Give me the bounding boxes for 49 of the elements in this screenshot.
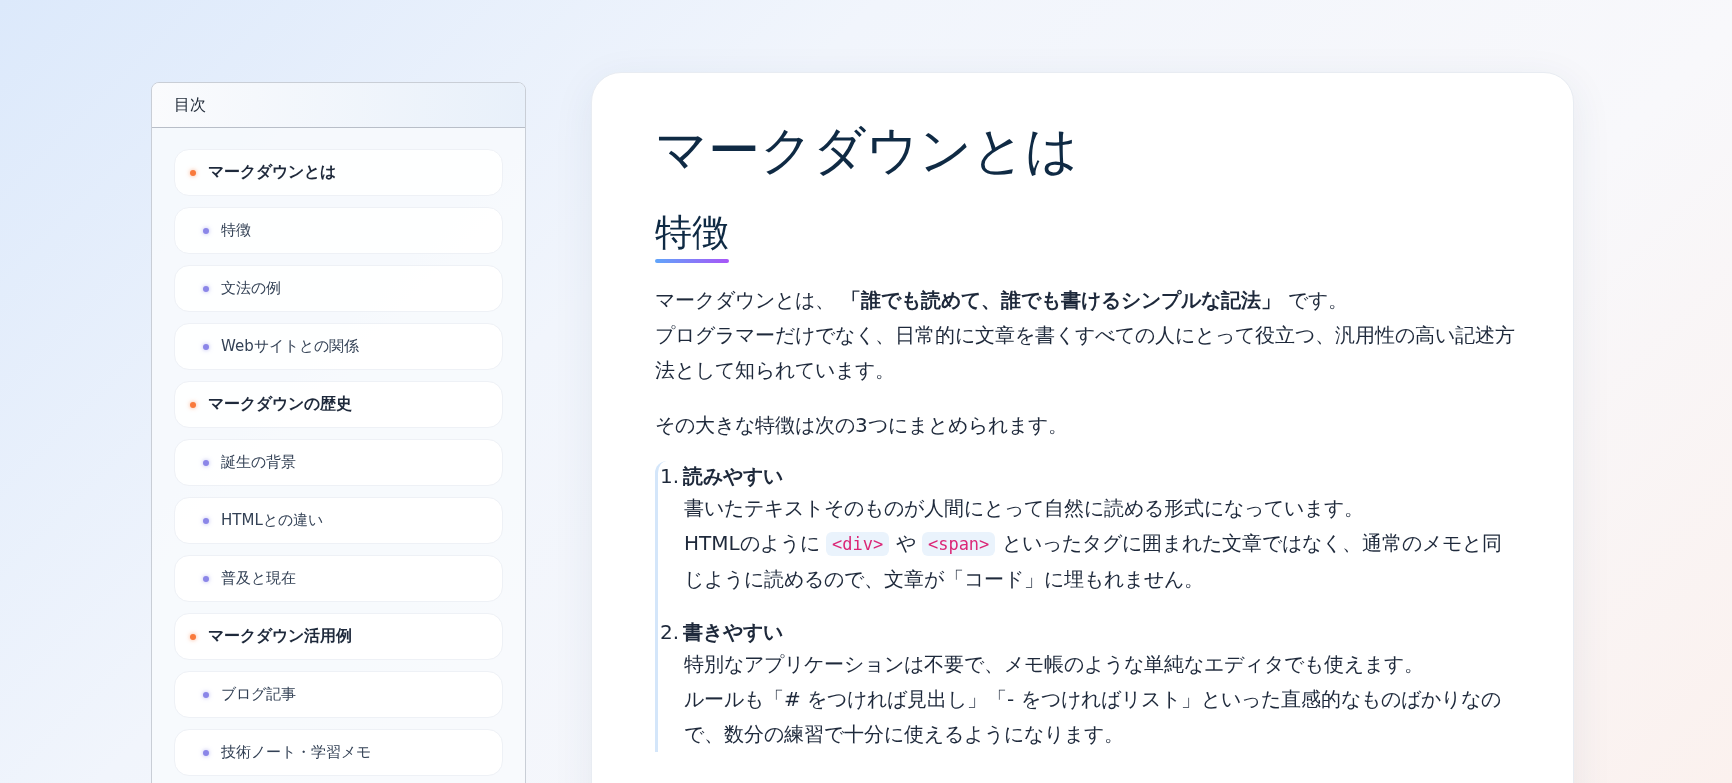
toc-item-label: マークダウンとは [208,162,336,183]
toc-item[interactable]: 普及と現在 [174,555,503,602]
toc-item-label: 技術ノート・学習メモ [221,743,371,762]
bullet-icon [190,169,196,176]
article-title: マークダウンとは [655,119,1079,182]
bullet-icon [203,575,209,582]
toc-item-label: ブログ記事 [221,685,296,704]
toc-item-label: 文法の例 [221,279,281,298]
toc-item[interactable]: Webサイトとの関係 [174,323,503,370]
toc-item[interactable]: マークダウンとは [174,149,503,196]
bullet-icon [190,633,196,640]
inline-code: <div> [826,531,890,556]
bullet-icon [203,459,209,466]
list-item-text: 書いたテキストそのものが人間にとって自然に読める形式になっています。 [683,494,1365,522]
bullet-icon [203,691,209,698]
bullet-icon [203,285,209,292]
toc-item-label: 普及と現在 [221,569,296,588]
list-number: 2. [660,618,680,646]
toc-title: 目次 [174,94,206,116]
inline-code: <span> [921,531,996,556]
paragraph: プログラマーだけでなく、日常的に文章を書くすべての人にとって役立つ、汎用性の高い記述方法として知られています。 [655,321,1515,384]
toc-item[interactable]: 文法の例 [174,265,503,312]
bullet-icon [203,749,209,756]
toc-item-label: Webサイトとの関係 [221,337,359,356]
list-item-title: 書きやすい [683,618,784,646]
toc-item-label: HTMLとの違い [221,511,323,530]
list-item-text: HTMLのように <div> や <span> といったタグに囲まれた文章ではなく、通常のメモと同じように読めるので、文章が「コード」に埋もれません。 [683,529,1503,593]
toc-item[interactable]: HTMLとの違い [174,497,503,544]
toc-item[interactable]: マークダウンの歴史 [174,381,503,428]
bullet-icon [203,517,209,524]
toc-item-label: 特徴 [221,221,251,240]
toc-item[interactable]: 特徴 [174,207,503,254]
toc-item[interactable]: ブログ記事 [174,671,503,718]
toc-item[interactable]: マークダウン活用例 [174,613,503,660]
paragraph: その大きな特徴は次の3つにまとめられます。 [655,411,1069,439]
toc-item[interactable]: 誕生の背景 [174,439,503,486]
toc-item-label: 誕生の背景 [221,453,296,472]
bullet-icon [203,343,209,350]
toc-item[interactable]: 技術ノート・学習メモ [174,729,503,776]
list-item-text: 特別なアプリケーションは不要で、メモ帳のような単純なエディタでも使えます。 [683,650,1425,678]
toc-item-label: マークダウン活用例 [208,626,352,647]
list-item-text: ルールも「# をつければ見出し」「- をつければリスト」といった直感的なものばかりなので、数分の練習で十分に使えるようになります。 [683,685,1502,748]
bullet-icon [203,227,209,234]
list-number: 1. [660,462,680,490]
toc-item-label: マークダウンの歴史 [208,394,352,415]
list-item-title: 読みやすい [683,462,784,490]
paragraph: マークダウンとは、 「誰でも読めて、誰でも書けるシンプルな記法」 です。 [655,286,1349,314]
bullet-icon [190,401,196,408]
section-heading: 特徴 [655,209,729,256]
